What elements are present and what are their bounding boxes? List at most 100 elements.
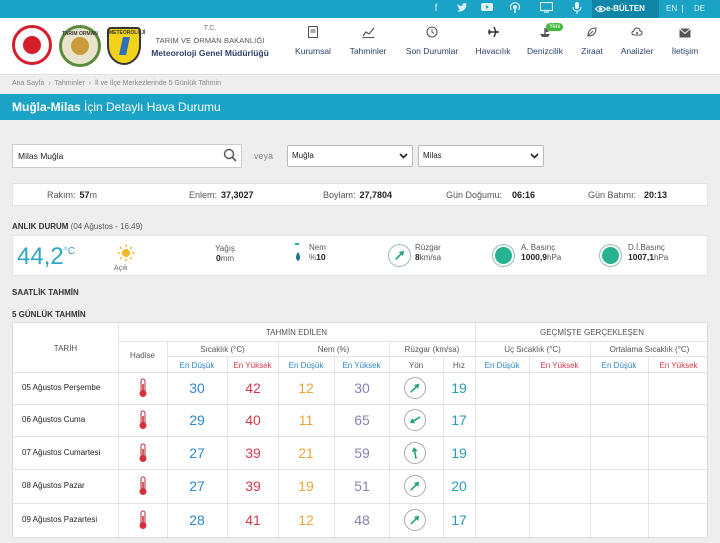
nav-kurumsal[interactable]: Kurumsal [293,25,333,56]
microphone-icon[interactable] [569,2,585,16]
search-input[interactable]: Milas Muğla [12,144,242,168]
grid-line [334,356,335,539]
row-humidity-max: 59 [354,445,370,461]
current-temp-value: 44,2 [17,243,64,270]
row-date: 08 Ağustos Pazar [22,481,85,490]
longitude-label: Boylam: [323,190,356,200]
breadcrumb-home[interactable]: Ana Sayfa [12,80,44,87]
row-temp-min: 30 [189,380,205,396]
five-day-forecast-heading: 5 GÜNLÜK TAHMİN [12,310,86,319]
e-bulten-button[interactable]: e-BÜLTEN [592,0,659,18]
nav-label: Denizcilik [527,46,563,56]
row-wind-speed: 19 [451,380,467,396]
grid-line [389,341,390,539]
humidity-label: Nem [309,243,326,252]
event-column-header: Hadise [130,351,155,360]
wind-direction-arrow-icon [404,409,426,431]
clock-icon [403,26,461,42]
grid-line [167,356,709,357]
row-humidity-max: 48 [354,512,370,528]
grid-line [13,404,709,405]
temp-max-header: En Yüksek [233,361,272,370]
condition-label: Açık [114,265,128,272]
row-humidity-min: 21 [298,445,314,461]
pressure-icon [492,244,515,267]
hourly-forecast-heading[interactable]: SAATLİK TAHMİN [12,288,79,297]
chart-icon [344,26,392,42]
twitter-icon[interactable] [454,2,470,16]
lang-en-link[interactable]: EN [666,0,677,18]
longitude-value: 27,7804 [359,190,393,200]
page-title-rest: İçin Detaylı Hava Durumu [80,100,221,114]
grid-line [13,372,709,373]
or-label: veya [254,151,274,161]
ministry-name: TARIM VE ORMAN BAKANLIĞI [155,36,265,45]
wind-label: Rüzgar [415,243,441,252]
humidity-value: 10 [316,252,326,262]
ministry-emblem-logo[interactable] [12,25,52,65]
province-select[interactable]: Muğla [287,145,413,167]
district-select[interactable]: Milas [418,145,544,167]
pressure-value: 1000,9 [521,252,547,262]
tv-icon[interactable] [538,1,554,16]
nav-label: Son Durumlar [405,46,459,56]
nav-denizcilik[interactable]: Yeni Denizcilik [524,23,566,56]
humidity-drop-icon [295,243,300,261]
ministry-title[interactable]: T.C. TARIM VE ORMAN BAKANLIĞI Meteoroloj… [150,25,270,58]
lang-de-link[interactable]: DE [694,0,705,18]
nav-tahminler[interactable]: Tahminler [344,26,392,56]
nav-analizler[interactable]: Analizler [617,26,657,56]
plane-icon [474,26,512,42]
temp-min-header: En Düşük [179,361,215,370]
latitude-label: Enlem: [189,190,218,200]
row-temp-min: 28 [189,512,205,528]
row-temp-max: 39 [245,445,261,461]
row-wind-speed: 19 [451,445,467,461]
meteoroloji-logo[interactable]: METEOROLOJİ [107,27,145,65]
page-title-place: Muğla-Milas [12,100,81,114]
sun-icon [117,244,135,262]
average-min-header: En Düşük [601,361,637,370]
longitude-info: Boylam: 27,7804 [323,190,392,200]
wind-speed-header: Hız [453,361,465,370]
altitude-unit: m [89,190,98,200]
thermometer-icon [139,443,147,462]
thermometer-icon [139,510,147,529]
ministry-seal-logo[interactable]: TARIM ORMAN [59,25,101,67]
row-humidity-min: 19 [298,478,314,494]
wind-direction-arrow-icon [404,377,426,399]
row-date: 05 Ağustos Perşembe [22,383,101,392]
nav-son-durumlar[interactable]: Son Durumlar [403,26,461,56]
search-input-value: Milas Muğla [18,151,64,161]
sea-level-pressure-icon [599,244,622,267]
nav-ziraat[interactable]: Ziraat [578,26,606,56]
seal-text: TARIM ORMAN [62,31,98,37]
facebook-icon[interactable]: f [428,2,444,16]
row-temp-max: 40 [245,412,261,428]
row-wind-speed: 17 [451,512,467,528]
breadcrumb-tahminler[interactable]: Tahminler [54,80,84,87]
sunrise-label: Gün Doğumu: [446,190,503,200]
row-humidity-max: 65 [354,412,370,428]
row-wind-speed: 17 [451,412,467,428]
breadcrumb-current: İl ve İlçe Merkezlerinde 5 Günlük Tahmin [95,80,221,87]
nav-iletisim[interactable]: İletişim [668,26,702,56]
wind-direction-icon [388,244,411,267]
wind-unit: km/sa [419,253,442,262]
mail-icon [668,26,702,42]
sea-level-pressure-info: D.İ.Basınç 1007,1hPa [628,243,668,262]
search-icon[interactable] [223,148,237,162]
average-max-header: En Yüksek [659,361,698,370]
page-title: Muğla-Milas İçin Detaylı Hava Durumu [0,94,720,120]
row-temp-max: 39 [245,478,261,494]
row-temp-min: 27 [189,445,205,461]
nav-havacilik[interactable]: Havacılık [474,26,512,56]
row-wind-speed: 20 [451,478,467,494]
grid-line [167,341,168,539]
podcast-icon[interactable] [507,2,523,16]
leaf-icon [578,26,606,42]
extreme-min-header: En Düşük [484,361,520,370]
youtube-icon[interactable] [479,2,495,16]
humidity-header: Nem (%) [317,345,350,354]
row-humidity-min: 12 [298,512,314,528]
